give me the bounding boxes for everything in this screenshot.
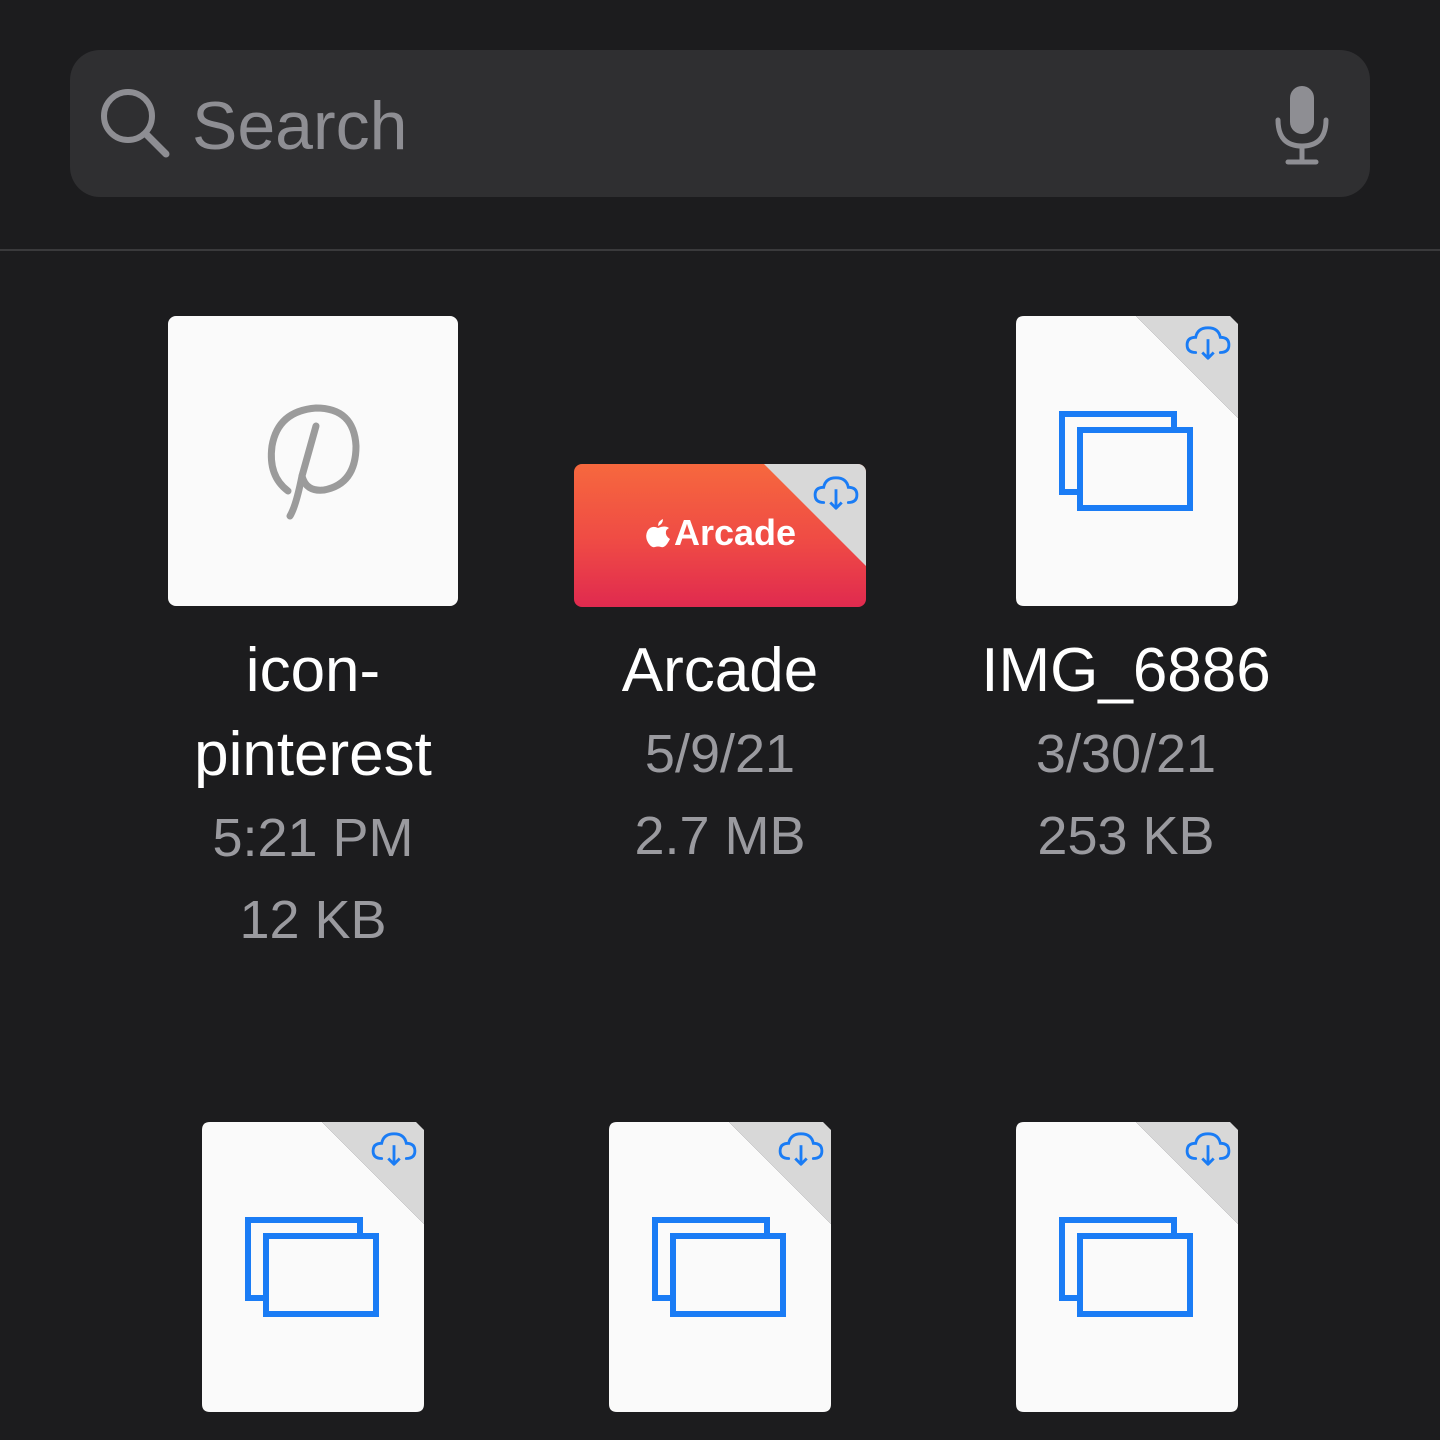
- search-icon: [101, 89, 170, 158]
- file-name-continued: pinterest: [194, 720, 432, 789]
- file-name: icon-: [245, 636, 381, 705]
- file-date: 3/30/21: [1035, 724, 1217, 784]
- microphone-icon[interactable]: [1270, 84, 1334, 168]
- file-date: 5/9/21: [644, 724, 796, 784]
- file-date: 5:21 PM: [212, 808, 414, 868]
- file-size: 253 KB: [1037, 806, 1215, 866]
- file-thumbnail[interactable]: Arcade: [574, 464, 866, 607]
- cloud-download-icon[interactable]: [777, 1130, 825, 1168]
- file-thumbnail[interactable]: [168, 316, 458, 606]
- cloud-download-icon[interactable]: [370, 1130, 418, 1168]
- cloud-download-icon[interactable]: [812, 474, 860, 512]
- file-name: Arcade: [621, 636, 819, 705]
- file-size: 12 KB: [239, 890, 387, 950]
- search-bar[interactable]: Search: [70, 50, 1370, 197]
- cloud-download-icon[interactable]: [1184, 1130, 1232, 1168]
- divider: [0, 249, 1440, 251]
- cloud-download-icon[interactable]: [1184, 324, 1232, 362]
- pinterest-icon: [267, 404, 360, 520]
- file-size: 2.7 MB: [634, 806, 806, 866]
- search-input[interactable]: Search: [192, 88, 407, 164]
- file-name: IMG_6886: [981, 636, 1271, 705]
